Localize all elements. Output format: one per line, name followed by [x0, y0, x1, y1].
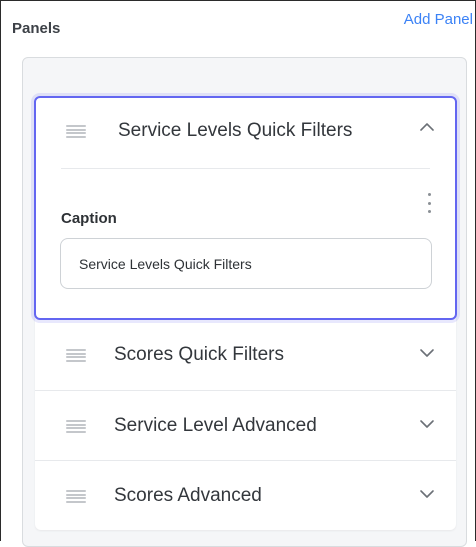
panel-scores-quick-filters[interactable]: Scores Quick Filters	[35, 320, 456, 390]
panel-scores-advanced[interactable]: Scores Advanced	[35, 460, 456, 530]
drag-handle-icon[interactable]	[66, 349, 86, 362]
drag-handle-icon[interactable]	[66, 420, 86, 433]
chevron-down-icon[interactable]	[418, 344, 436, 362]
chevron-down-icon[interactable]	[418, 415, 436, 433]
kebab-menu-icon[interactable]	[426, 193, 432, 213]
panels-container: Service Levels Quick Filters Caption Sco…	[22, 57, 467, 547]
add-panel-link[interactable]: Add Panel	[404, 11, 473, 28]
panel-service-levels-quick-filters: Service Levels Quick Filters Caption	[34, 96, 457, 320]
panels-header: Panels Add Panel	[1, 1, 476, 57]
panels-editor: Panels Add Panel Service Levels Quick Fi…	[0, 0, 476, 547]
chevron-up-icon[interactable]	[418, 118, 436, 136]
panel-service-level-advanced[interactable]: Service Level Advanced	[35, 390, 456, 460]
drag-handle-icon[interactable]	[66, 125, 86, 138]
caption-label: Caption	[61, 210, 117, 227]
panel-title: Scores Advanced	[114, 485, 262, 506]
caption-input[interactable]	[60, 238, 432, 289]
chevron-down-icon[interactable]	[418, 485, 436, 503]
panel-title: Scores Quick Filters	[114, 344, 284, 365]
panel-divider	[61, 168, 430, 169]
panel-title: Service Level Advanced	[114, 415, 317, 436]
drag-handle-icon[interactable]	[66, 490, 86, 503]
panels-title: Panels	[12, 20, 61, 37]
panel-title: Service Levels Quick Filters	[118, 120, 353, 141]
panels-list: Service Levels Quick Filters Caption Sco…	[34, 96, 457, 530]
